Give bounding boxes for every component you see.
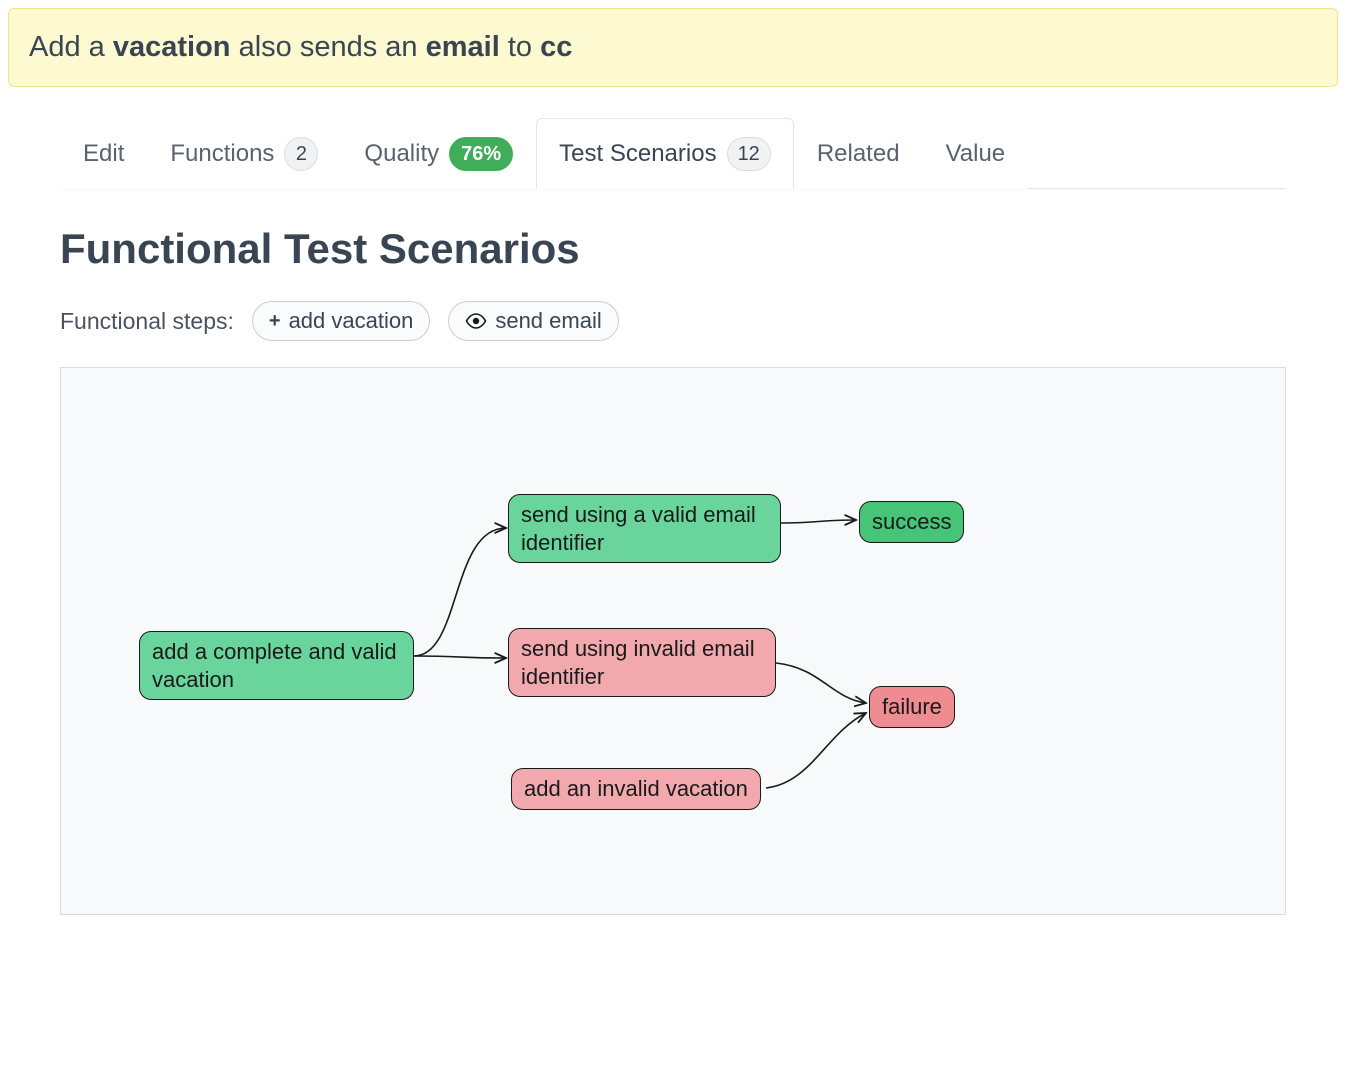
eye-icon xyxy=(465,313,487,329)
tab-value-label: Value xyxy=(946,140,1006,168)
tab-related[interactable]: Related xyxy=(794,118,923,189)
functional-steps-label: Functional steps: xyxy=(60,308,234,335)
node-failure[interactable]: failure xyxy=(869,686,955,728)
node-invalid-email-label: send using invalid email identifier xyxy=(521,636,755,689)
test-scenarios-count-badge: 12 xyxy=(727,137,771,171)
node-invalid-email[interactable]: send using invalid email identifier xyxy=(508,628,776,697)
banner-text-1: Add a xyxy=(29,31,113,63)
node-invalid-vacation[interactable]: add an invalid vacation xyxy=(511,768,761,810)
banner-bold-vacation: vacation xyxy=(113,31,231,63)
tabs: Edit Functions 2 Quality 76% Test Scenar… xyxy=(60,117,1286,189)
functional-steps-row: Functional steps: + add vacation send em… xyxy=(60,301,1286,341)
diagram-canvas[interactable]: add a complete and valid vacation send u… xyxy=(60,367,1286,915)
chip-send-email-label: send email xyxy=(495,308,601,334)
tab-edit[interactable]: Edit xyxy=(60,118,147,189)
tab-test-scenarios[interactable]: Test Scenarios 12 xyxy=(536,118,794,189)
tab-quality[interactable]: Quality 76% xyxy=(341,118,536,189)
node-valid-email-label: send using a valid email identifier xyxy=(521,502,756,555)
section-title: Functional Test Scenarios xyxy=(60,225,1286,273)
chip-add-vacation-label: add vacation xyxy=(289,308,414,334)
chip-send-email[interactable]: send email xyxy=(448,301,618,341)
banner-text-2: also sends an xyxy=(231,31,426,63)
quality-pct-badge: 76% xyxy=(449,137,513,171)
node-start[interactable]: add a complete and valid vacation xyxy=(139,631,414,700)
banner-bold-email: email xyxy=(426,31,500,63)
plus-icon: + xyxy=(269,311,281,331)
node-start-label: add a complete and valid vacation xyxy=(152,639,397,692)
chip-add-vacation[interactable]: + add vacation xyxy=(252,301,430,341)
tab-functions[interactable]: Functions 2 xyxy=(147,118,341,189)
node-valid-email[interactable]: send using a valid email identifier xyxy=(508,494,781,563)
tab-value[interactable]: Value xyxy=(923,118,1029,189)
node-invalid-vacation-label: add an invalid vacation xyxy=(524,776,748,801)
banner-text-3: to xyxy=(500,31,540,63)
tab-related-label: Related xyxy=(817,140,900,168)
tab-quality-label: Quality xyxy=(364,140,439,168)
functions-count-badge: 2 xyxy=(284,137,318,171)
node-failure-label: failure xyxy=(882,694,942,719)
tab-test-scenarios-label: Test Scenarios xyxy=(559,140,716,168)
node-success[interactable]: success xyxy=(859,501,964,543)
tab-edit-label: Edit xyxy=(83,140,124,168)
banner: Add a vacation also sends an email to cc xyxy=(8,8,1338,87)
banner-bold-cc: cc xyxy=(540,31,572,63)
node-success-label: success xyxy=(872,509,951,534)
tab-functions-label: Functions xyxy=(170,140,274,168)
